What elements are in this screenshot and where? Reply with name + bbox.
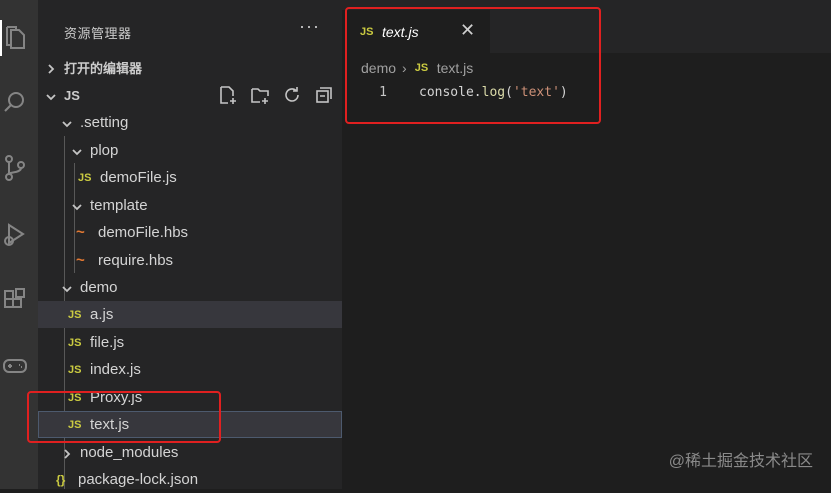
tree-folder-setting[interactable]: .setting [38,109,342,136]
chevron-right-icon [60,445,74,461]
tree-item-label: plop [90,142,119,159]
tree-item-label: a.js [90,306,114,323]
tree-item-label: file.js [90,334,125,351]
tree-item-label: demoFile.js [100,169,177,186]
chevron-down-icon [70,198,84,214]
js-file-icon: JS [68,336,82,349]
hbs-file-icon: ~ [76,252,85,269]
search-icon[interactable] [0,84,30,120]
tree-item-label: index.js [90,361,141,378]
tree-file-demofile-js[interactable]: JS demoFile.js [38,164,342,191]
files-icon[interactable] [0,20,30,56]
tree-item-label: require.hbs [98,252,174,269]
open-editors-label: 打开的编辑器 [64,61,143,76]
hbs-file-icon: ~ [76,224,85,241]
highlight-box-file [27,391,221,443]
tree-folder-node-modules[interactable]: node_modules [38,439,342,466]
json-file-icon: {} [56,472,66,487]
tree-file-require-hbs[interactable]: ~ require.hbs [38,247,342,274]
collapse-all-icon[interactable] [314,85,334,105]
tree-item-label: .setting [80,114,129,131]
highlight-box-editor [345,7,601,124]
new-folder-icon[interactable] [250,85,270,105]
tree-file-index-js[interactable]: JS index.js [38,356,342,383]
js-file-icon: JS [78,171,92,184]
root-folder-label: JS [64,88,80,103]
tree-item-label: demoFile.hbs [98,224,189,241]
watermark: @稀土掘金技术社区 [668,453,813,470]
more-actions-icon[interactable]: ··· [299,16,320,37]
tree-folder-demo[interactable]: demo [38,274,342,301]
explorer-header: 资源管理器 ··· [38,0,342,58]
run-debug-icon[interactable] [0,216,30,252]
open-editors-section[interactable]: 打开的编辑器 [38,54,342,81]
chevron-down-icon [60,280,74,296]
new-file-icon[interactable] [218,85,238,105]
tree-folder-plop[interactable]: plop [38,137,342,164]
js-file-icon: JS [68,308,82,321]
chevron-right-icon [44,60,58,76]
tree-item-label: template [90,197,148,214]
tree-file-file-js[interactable]: JS file.js [38,329,342,356]
chevron-down-icon [60,115,74,131]
tree-item-label: package-lock.json [78,471,199,488]
tree-item-label: demo [80,279,118,296]
tree-folder-template[interactable]: template [38,192,342,219]
remote-icon[interactable] [0,348,30,384]
source-control-icon[interactable] [0,150,30,186]
chevron-down-icon [70,143,84,159]
explorer-title: 资源管理器 [64,26,132,41]
refresh-icon[interactable] [282,85,302,105]
tree-file-demofile-hbs[interactable]: ~ demoFile.hbs [38,219,342,246]
tree-item-label: node_modules [80,444,179,461]
chevron-down-icon [44,88,58,104]
explorer-toolbar [218,85,334,105]
tree-file-a-js[interactable]: JS a.js [38,301,342,328]
extensions-icon[interactable] [0,282,30,318]
js-file-icon: JS [68,363,82,376]
